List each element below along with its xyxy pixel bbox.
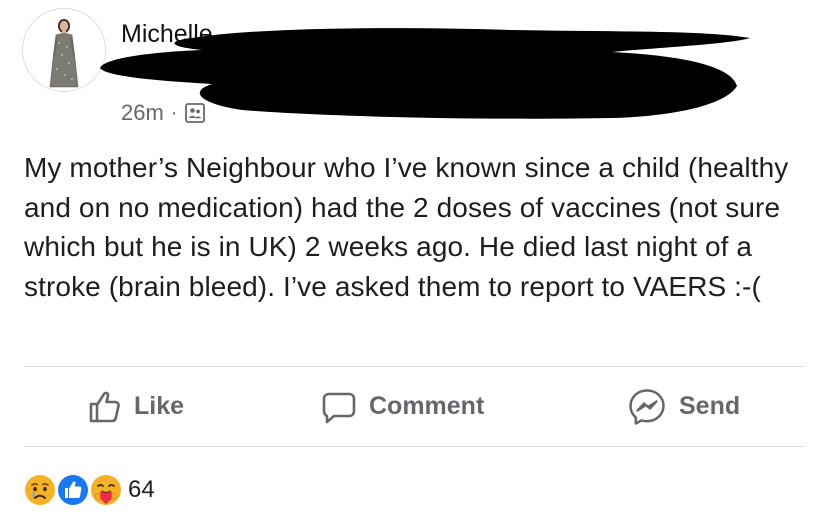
author-avatar[interactable]	[22, 8, 106, 92]
care-reaction-icon	[88, 472, 124, 508]
like-icon	[86, 389, 122, 425]
actions-divider-bottom	[24, 446, 804, 447]
send-label: Send	[679, 392, 741, 420]
author-name[interactable]: Michelle	[121, 20, 213, 49]
post-actions-bar: Like Comment Send	[24, 367, 804, 446]
reactions-summary[interactable]: 64	[22, 472, 155, 508]
post-text: My mother’s Neighbour who I’ve known sin…	[24, 152, 789, 302]
reaction-count: 64	[128, 476, 155, 503]
comment-button[interactable]: Comment	[321, 367, 484, 446]
like-label: Like	[134, 392, 185, 420]
send-button[interactable]: Send	[627, 367, 740, 446]
comment-icon	[321, 389, 357, 425]
sad-reaction-icon	[22, 472, 58, 508]
post-meta: 26m ·	[121, 100, 206, 126]
comment-label: Comment	[369, 392, 485, 420]
friends-icon[interactable]	[184, 102, 206, 124]
like-reaction-icon	[55, 472, 91, 508]
like-button[interactable]: Like	[86, 367, 184, 446]
reaction-icons	[22, 472, 124, 508]
post-timestamp[interactable]: 26m	[121, 100, 164, 126]
meta-separator: ·	[170, 101, 178, 124]
messenger-icon	[627, 387, 667, 427]
